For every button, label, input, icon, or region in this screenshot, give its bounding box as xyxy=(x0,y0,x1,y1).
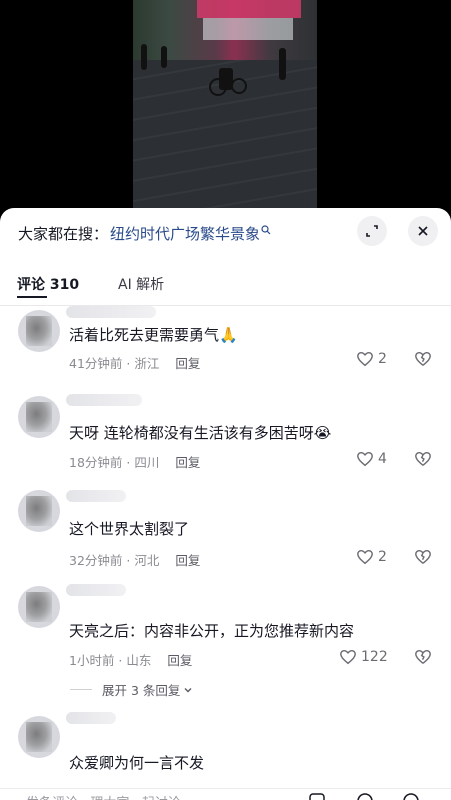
avatar[interactable] xyxy=(18,310,60,352)
like-count: 122 xyxy=(361,649,388,665)
like-count: 2 xyxy=(378,549,387,565)
tab-ai-analysis[interactable]: AI 解析 xyxy=(118,274,164,294)
comment-input-placeholder[interactable]: 发条评论 · 理大家 · 起讨论 xyxy=(26,792,181,800)
video-pedestrian xyxy=(161,46,167,68)
close-icon xyxy=(418,226,428,236)
like-count: 2 xyxy=(378,351,387,367)
comment-text: 众爱卿为何一言不发 xyxy=(69,752,204,773)
avatar[interactable] xyxy=(18,716,60,758)
comment-emoji: 🙏 xyxy=(219,326,238,344)
comment-text: 活着比死去更需要勇气🙏 xyxy=(69,324,238,345)
video-wheel xyxy=(209,78,227,96)
comment-meta: 18分钟前 · 四川 回复 xyxy=(69,452,200,471)
heart-icon xyxy=(357,451,373,467)
avatar[interactable] xyxy=(18,490,60,532)
expand-replies-label: 展开 3 条回复 xyxy=(102,683,181,698)
dislike-broken-heart-icon[interactable] xyxy=(414,450,432,468)
comment-time-location: 18分钟前 · 四川 xyxy=(69,455,160,470)
username-blurred[interactable] xyxy=(66,306,156,318)
reply-button[interactable]: 回复 xyxy=(175,356,200,371)
expand-button[interactable] xyxy=(357,216,387,246)
username-blurred[interactable] xyxy=(66,584,126,596)
username-blurred[interactable] xyxy=(66,712,116,724)
comment-meta: 32分钟前 · 河北 回复 xyxy=(69,550,200,569)
tab-comments[interactable]: 评论 310 xyxy=(17,274,79,294)
search-prefix: 大家都在搜： xyxy=(18,224,109,243)
video-player[interactable] xyxy=(0,0,451,215)
comments-sheet: 大家都在搜： 纽约时代广场繁华景象 评论 310 AI 解析 活着比死去更需要勇… xyxy=(0,208,451,800)
tab-bar: 评论 310 AI 解析 xyxy=(0,270,451,306)
like-button[interactable]: 2 xyxy=(356,350,387,368)
dislike-broken-heart-icon[interactable] xyxy=(414,350,432,368)
close-button[interactable] xyxy=(408,216,438,246)
comment-body: 这个世界太割裂了 xyxy=(69,520,190,538)
comment-time-location: 41分钟前 · 浙江 xyxy=(69,356,160,371)
search-suggestion[interactable]: 大家都在搜： 纽约时代广场繁华景象 xyxy=(18,222,271,244)
comment-text: 天呀 连轮椅都没有生活该有多困苦呀😭 xyxy=(69,422,331,443)
reply-button[interactable]: 回复 xyxy=(175,455,200,470)
comment-meta: 41分钟前 · 浙江 回复 xyxy=(69,353,200,372)
video-frame xyxy=(133,0,317,215)
comment-time-location: 32分钟前 · 河北 xyxy=(69,553,160,568)
avatar[interactable] xyxy=(18,396,60,438)
expand-line xyxy=(70,689,92,690)
video-billboard xyxy=(197,0,301,18)
video-pedestrian xyxy=(141,44,147,70)
comment-body: 天亮之后：内容非公开，正为您推荐新内容 xyxy=(69,622,355,640)
comment-meta: 1小时前 · 山东 回复 xyxy=(69,650,192,669)
username-blurred[interactable] xyxy=(66,490,126,502)
at-icon[interactable] xyxy=(356,792,374,800)
heart-icon xyxy=(357,549,373,565)
image-icon[interactable] xyxy=(308,792,326,800)
comment-text: 天亮之后：内容非公开，正为您推荐新内容 xyxy=(69,620,354,641)
expand-icon xyxy=(366,225,378,237)
video-wheel xyxy=(231,78,247,94)
heart-icon xyxy=(340,649,356,665)
username-blurred[interactable] xyxy=(66,394,142,406)
comment-emoji: 😭 xyxy=(313,424,332,442)
emoji-icon[interactable] xyxy=(402,792,420,800)
comment-body: 活着比死去更需要勇气 xyxy=(69,326,220,344)
heart-icon xyxy=(357,351,373,367)
comment-body: 天呀 连轮椅都没有生活该有多困苦呀 xyxy=(69,424,314,442)
like-count: 4 xyxy=(378,451,387,467)
dislike-broken-heart-icon[interactable] xyxy=(414,648,432,666)
comment-text: 这个世界太割裂了 xyxy=(69,518,189,539)
expand-replies-button[interactable]: 展开 3 条回复 xyxy=(70,680,193,699)
comment-time-location: 1小时前 · 山东 xyxy=(69,653,152,668)
reply-button[interactable]: 回复 xyxy=(167,653,192,668)
dislike-broken-heart-icon[interactable] xyxy=(414,548,432,566)
search-term-link[interactable]: 纽约时代广场繁华景象 xyxy=(110,223,260,244)
comment-body: 众爱卿为何一言不发 xyxy=(69,754,205,772)
avatar[interactable] xyxy=(18,586,60,628)
reply-button[interactable]: 回复 xyxy=(175,553,200,568)
like-button[interactable]: 4 xyxy=(356,450,387,468)
like-button[interactable]: 122 xyxy=(339,648,388,666)
comment-input-bar[interactable]: 发条评论 · 理大家 · 起讨论 xyxy=(0,788,451,800)
video-pedestrian xyxy=(279,48,286,80)
tab-active-indicator xyxy=(17,296,47,298)
video-billboard-lower xyxy=(203,18,293,40)
like-button[interactable]: 2 xyxy=(356,548,387,566)
search-icon xyxy=(261,225,271,235)
tabs-divider xyxy=(0,305,451,306)
chevron-down-icon xyxy=(184,687,192,692)
